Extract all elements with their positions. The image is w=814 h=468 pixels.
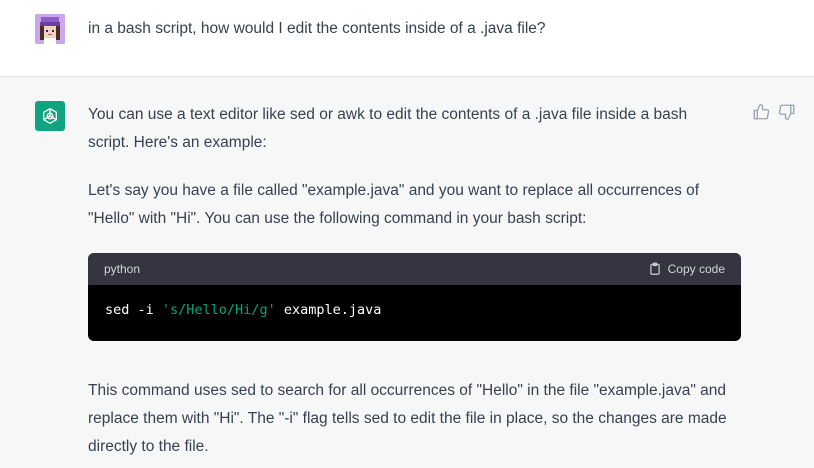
- copy-code-label: Copy code: [667, 262, 725, 276]
- code-command: sed -i: [105, 302, 162, 318]
- clipboard-icon: [649, 262, 660, 275]
- thumbs-down-icon[interactable]: [778, 103, 796, 121]
- assistant-paragraph-3: This command uses sed to search for all …: [88, 382, 727, 455]
- code-block: python Copy code sed -i 's/Hello/Hi/g' e…: [88, 253, 741, 341]
- code-language-label: python: [104, 262, 141, 276]
- openai-logo-icon: [43, 108, 57, 125]
- user-prompt-text: in a bash script, how would I edit the c…: [88, 20, 546, 37]
- user-message-row: in a bash script, how would I edit the c…: [0, 0, 814, 77]
- thumbs-up-icon[interactable]: [752, 103, 770, 121]
- copy-code-button[interactable]: Copy code: [648, 262, 725, 276]
- code-block-header: python Copy code: [88, 253, 741, 285]
- user-avatar: [35, 14, 65, 44]
- feedback-buttons: [752, 103, 796, 121]
- assistant-message-row: You can use a text editor like sed or aw…: [0, 77, 814, 468]
- assistant-paragraph-2: Let's say you have a file called "exampl…: [88, 182, 700, 227]
- assistant-paragraph-1: You can use a text editor like sed or aw…: [88, 106, 688, 151]
- code-content: sed -i 's/Hello/Hi/g' example.java: [88, 285, 741, 335]
- user-avatar-icon: [35, 14, 65, 44]
- assistant-avatar: [35, 101, 65, 131]
- code-argument: example.java: [275, 302, 382, 318]
- code-string-token: 's/Hello/Hi/g': [161, 302, 276, 318]
